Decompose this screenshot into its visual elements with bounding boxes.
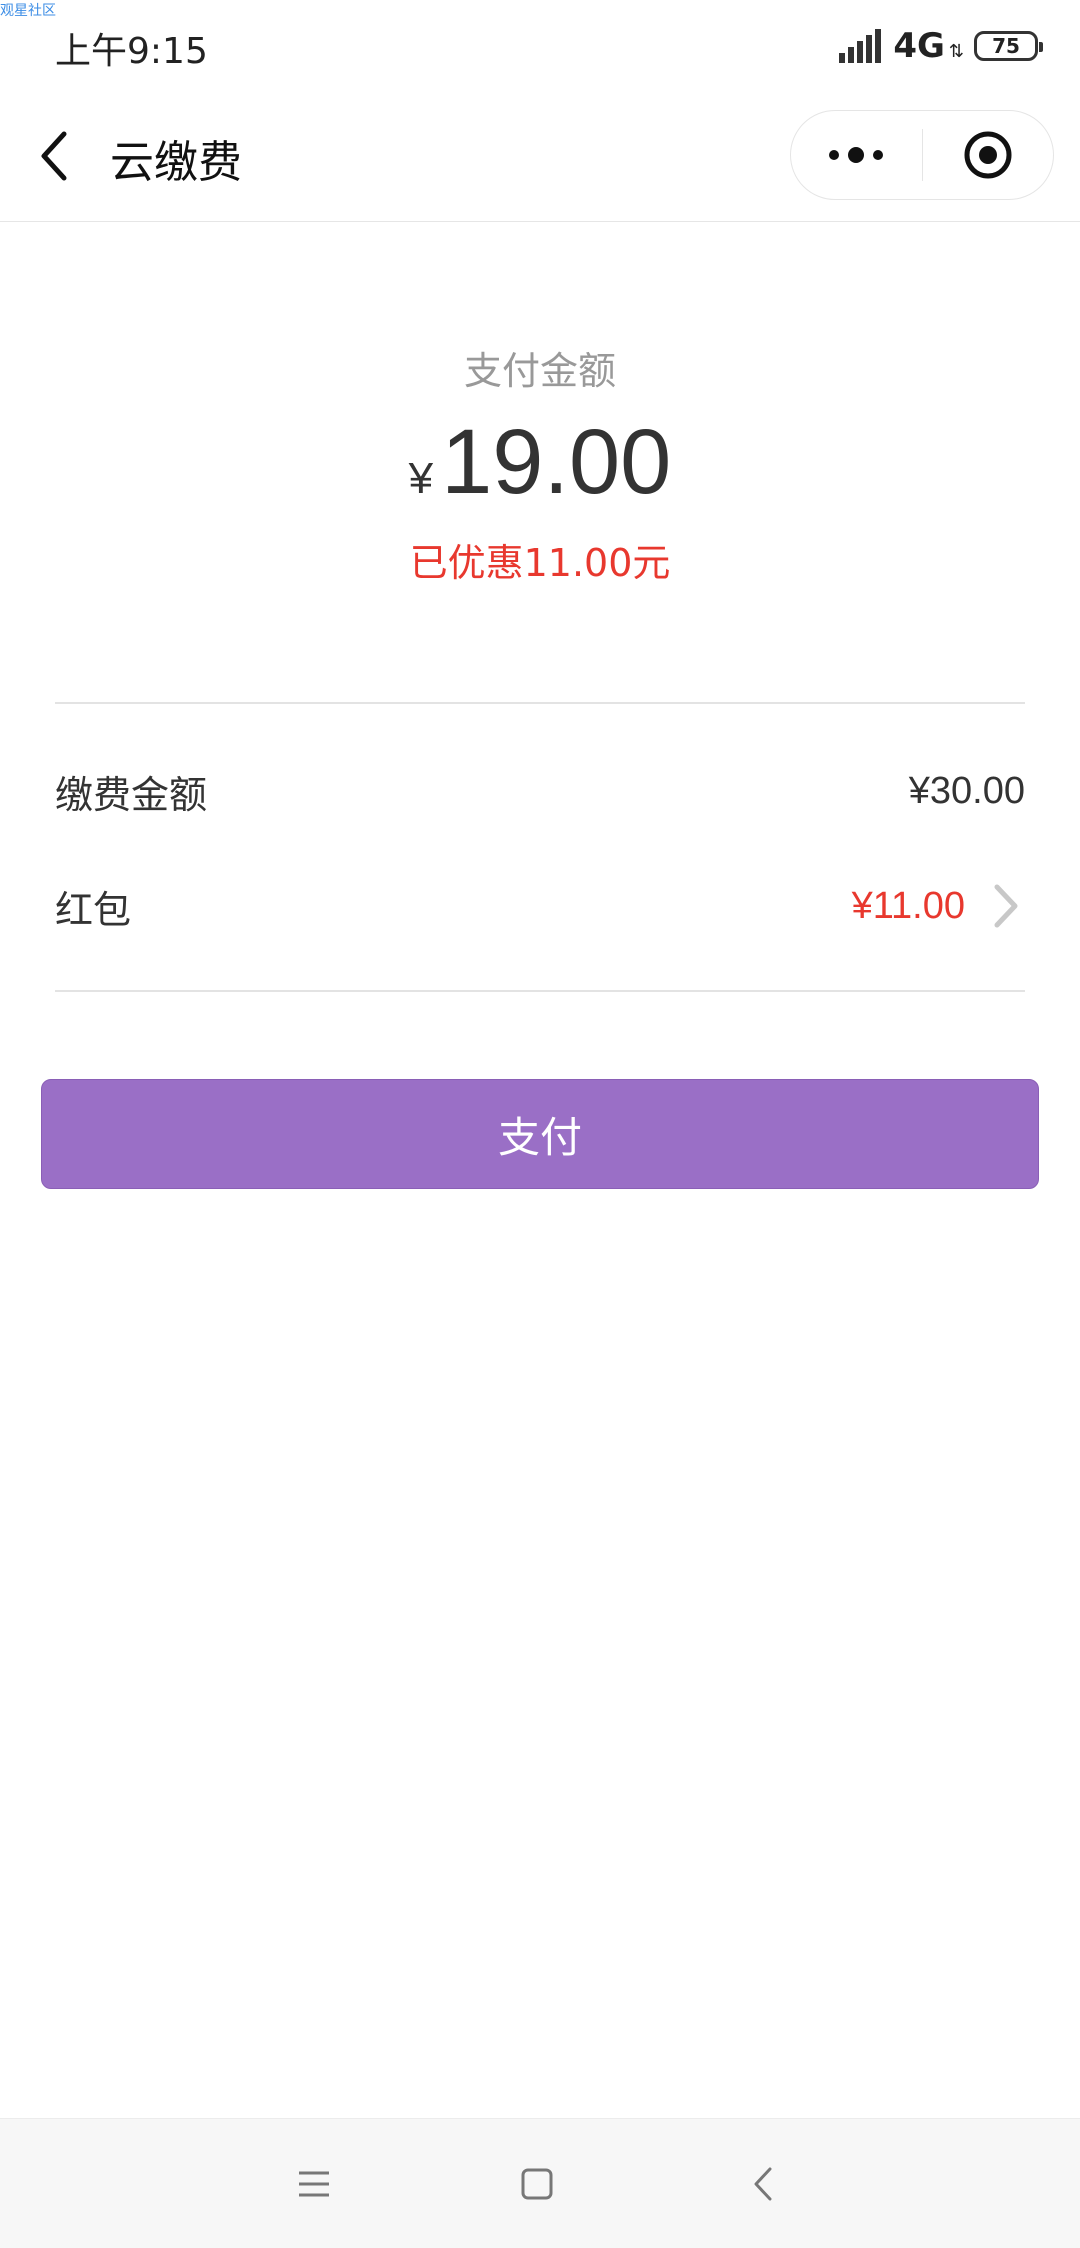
- data-transfer-icon: ⇅: [948, 40, 964, 62]
- red-packet-label: 红包: [55, 887, 132, 932]
- nav-bar: 云缴费: [0, 90, 1080, 222]
- more-button[interactable]: [791, 111, 922, 199]
- mini-program-capsule: [790, 110, 1054, 200]
- top-divider: [55, 702, 1025, 704]
- currency-symbol: ¥: [408, 454, 434, 503]
- more-dots-icon: [829, 147, 884, 163]
- pay-button[interactable]: 支付: [41, 1079, 1039, 1189]
- payment-page: 观星社区 上午9:15 4G ⇅ 75 云缴费 支付金额 ¥19.00 已优惠1…: [0, 0, 1080, 2248]
- status-time: 上午9:15: [55, 31, 208, 72]
- battery-level: 75: [992, 34, 1020, 58]
- close-mini-program-button[interactable]: [923, 111, 1054, 199]
- chevron-right-icon: [994, 884, 1018, 928]
- back-icon[interactable]: [30, 126, 90, 186]
- system-nav-bar: [0, 2118, 1080, 2248]
- bottom-divider: [55, 990, 1025, 992]
- bill-amount-label: 缴费金额: [55, 772, 208, 817]
- bill-amount-row: 缴费金额 ¥30.00: [55, 756, 1025, 826]
- red-packet-row[interactable]: 红包 ¥11.00: [55, 871, 1025, 941]
- discount-note: 已优惠11.00元: [409, 541, 671, 585]
- target-circle-icon: [964, 131, 1012, 179]
- status-bar: 上午9:15 4G ⇅ 75: [0, 0, 1080, 90]
- chevron-left-icon[interactable]: [737, 2157, 791, 2211]
- signal-icon: [839, 29, 882, 63]
- square-icon[interactable]: [510, 2157, 564, 2211]
- bill-amount-value: ¥30.00: [908, 769, 1025, 812]
- red-packet-value: ¥11.00: [851, 884, 965, 927]
- battery-icon: 75: [974, 31, 1043, 61]
- status-indicators: 4G ⇅ 75: [839, 26, 1043, 66]
- payment-amount-label: 支付金额: [463, 349, 616, 393]
- hamburger-icon[interactable]: [287, 2157, 341, 2211]
- red-packet-value-group: ¥11.00: [852, 881, 1025, 931]
- network-type: 4G: [893, 26, 945, 66]
- payment-amount: ¥19.00: [0, 410, 1080, 515]
- page-title: 云缴费: [110, 137, 242, 188]
- amount-value: 19.00: [441, 411, 672, 513]
